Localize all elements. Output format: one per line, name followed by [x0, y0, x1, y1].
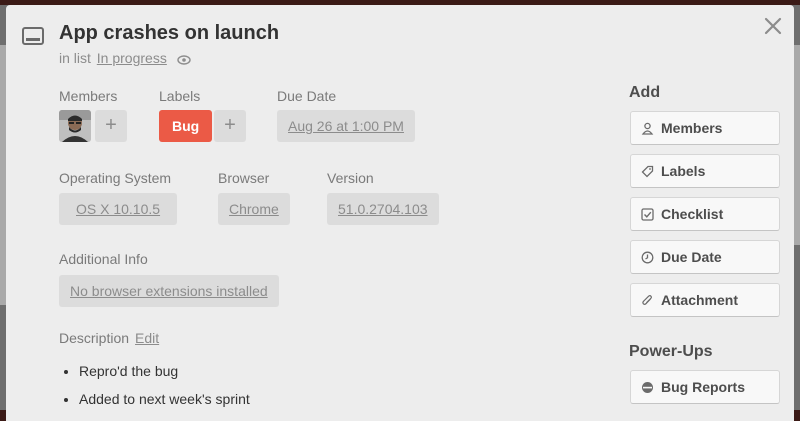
add-labels-label: Labels: [661, 163, 706, 179]
member-avatar[interactable]: [59, 110, 91, 142]
add-attachment-button[interactable]: Attachment: [630, 283, 780, 317]
list-info: in list In progress: [59, 50, 191, 66]
eye-icon[interactable]: [177, 55, 191, 65]
description-item: Repro'd the bug: [79, 362, 250, 390]
description-edit-link[interactable]: Edit: [135, 330, 159, 346]
labels-label: Labels: [159, 88, 201, 104]
person-icon: [641, 122, 654, 135]
due-date-button[interactable]: Aug 26 at 1:00 PM: [277, 110, 415, 142]
card-icon: [22, 27, 44, 45]
browser-label: Browser: [218, 170, 270, 186]
members-label: Members: [59, 88, 118, 104]
version-value-button[interactable]: 51.0.2704.103: [327, 193, 439, 225]
paperclip-icon: [642, 295, 652, 305]
description-item: Added to next week's sprint: [79, 390, 250, 418]
description-label: Description: [59, 330, 130, 346]
label-bug[interactable]: Bug: [159, 110, 213, 142]
clock-icon: [641, 251, 654, 264]
bug-reports-label: Bug Reports: [661, 379, 745, 395]
in-list-prefix: in list: [59, 50, 91, 66]
additional-info-value-button[interactable]: No browser extensions installed: [59, 275, 279, 307]
os-value-button[interactable]: OS X 10.10.5: [59, 193, 178, 225]
tag-icon: [641, 165, 654, 178]
os-label: Operating System: [59, 170, 172, 186]
add-members-label: Members: [661, 120, 723, 136]
power-ups-heading: Power-Ups: [629, 343, 713, 360]
due-date-label: Due Date: [277, 88, 337, 104]
add-members-button[interactable]: Members: [630, 111, 780, 145]
add-checklist-label: Checklist: [661, 206, 724, 222]
add-attachment-label: Attachment: [661, 292, 739, 308]
description-heading: Description Edit: [59, 330, 159, 346]
browser-value-button[interactable]: Chrome: [218, 193, 290, 225]
add-labels-button[interactable]: Labels: [630, 154, 780, 188]
bug-reports-button[interactable]: Bug Reports: [630, 370, 780, 404]
card-detail-modal: App crashes on launch in list In progres…: [6, 5, 794, 421]
add-checklist-button[interactable]: Checklist: [630, 197, 780, 231]
add-heading: Add: [629, 84, 661, 101]
list-link[interactable]: In progress: [97, 50, 167, 66]
description-list: Repro'd the bug Added to next week's spr…: [79, 362, 250, 418]
avatar-image: [59, 110, 91, 142]
add-due-date-button[interactable]: Due Date: [630, 240, 780, 274]
checkbox-icon: [641, 208, 654, 221]
add-due-date-label: Due Date: [661, 249, 722, 265]
add-member-button[interactable]: +: [95, 110, 127, 142]
close-icon[interactable]: [762, 15, 784, 37]
additional-info-label: Additional Info: [59, 251, 148, 267]
add-label-button[interactable]: +: [214, 110, 246, 142]
card-title[interactable]: App crashes on launch: [59, 22, 279, 45]
version-label: Version: [327, 170, 374, 186]
bug-report-icon: [642, 382, 653, 393]
